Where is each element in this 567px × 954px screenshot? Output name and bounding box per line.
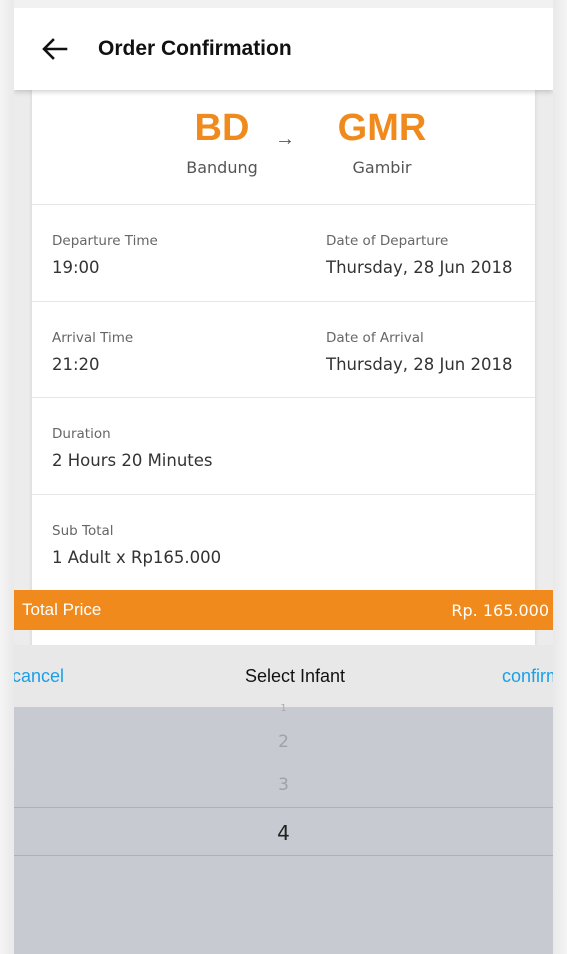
arrival-row: Arrival Time 21:20 Date of Arrival Thurs… — [32, 302, 535, 398]
total-price-label: Total Price — [22, 600, 102, 619]
subtotal-label: Sub Total — [52, 523, 114, 539]
arrival-time-field: Arrival Time 21:20 — [52, 330, 133, 374]
destination-code: GMR — [337, 107, 427, 149]
origin-code: BD — [194, 107, 250, 149]
total-price-bar: Total Price Rp. 165.000 — [14, 590, 553, 630]
picker-option-selected[interactable]: 4 — [14, 821, 553, 845]
picker-title: Select Infant — [244, 665, 346, 686]
departure-date-field: Date of Departure Thursday, 28 Jun 2018 — [326, 233, 512, 277]
route-section: BD Bandung → GMR Gambir — [32, 90, 535, 205]
departure-date-label: Date of Departure — [326, 233, 449, 249]
arrow-right-icon: → — [275, 128, 295, 150]
arrow-left-icon[interactable] — [40, 34, 70, 64]
cancel-button[interactable]: cancel — [14, 666, 64, 687]
picker-option[interactable]: 3 — [14, 775, 553, 795]
origin-name: Bandung — [186, 158, 258, 177]
app-header: Order Confirmation — [14, 8, 553, 90]
picker-toolbar: cancel Select Infant confirm — [14, 645, 553, 707]
arrival-date-field: Date of Arrival Thursday, 28 Jun 2018 — [326, 330, 512, 374]
app-screen: Order Confirmation BD Bandung → GMR Gamb… — [14, 8, 553, 954]
selection-line-bottom — [14, 855, 553, 856]
departure-time-field: Departure Time 19:00 — [52, 233, 158, 277]
confirm-button[interactable]: confirm — [502, 666, 553, 687]
frame-top — [0, 0, 567, 8]
subtotal-field: Sub Total 1 Adult x Rp165.000 — [52, 523, 221, 567]
page-title: Order Confirmation — [98, 37, 292, 60]
subtotal-row: Sub Total 1 Adult x Rp165.000 — [32, 495, 535, 590]
picker-option[interactable]: 2 — [14, 732, 553, 752]
departure-time-label: Departure Time — [52, 233, 158, 249]
picker-option[interactable]: 1 — [14, 703, 553, 714]
duration-label: Duration — [52, 426, 111, 442]
departure-time-value: 19:00 — [52, 258, 100, 277]
destination-station: GMR Gambir — [307, 108, 457, 177]
total-price-value: Rp. 165.000 — [451, 600, 549, 620]
arrival-time-label: Arrival Time — [52, 330, 134, 346]
selection-line-top — [14, 807, 553, 808]
duration-value: 2 Hours 20 Minutes — [52, 451, 213, 470]
origin-station: BD Bandung — [162, 108, 282, 177]
frame-right — [553, 0, 567, 954]
infant-picker-wheel[interactable]: 1 2 3 4 — [14, 703, 553, 954]
duration-row: Duration 2 Hours 20 Minutes — [32, 398, 535, 495]
arrival-date-value: Thursday, 28 Jun 2018 — [326, 355, 513, 374]
destination-name: Gambir — [352, 158, 412, 177]
content-area: BD Bandung → GMR Gambir Departure Time 1… — [14, 90, 553, 650]
order-card: BD Bandung → GMR Gambir Departure Time 1… — [32, 90, 535, 650]
arrival-time-value: 21:20 — [52, 355, 100, 374]
departure-row: Departure Time 19:00 Date of Departure T… — [32, 205, 535, 302]
frame-left — [0, 0, 14, 954]
duration-field: Duration 2 Hours 20 Minutes — [52, 426, 213, 470]
subtotal-value: 1 Adult x Rp165.000 — [52, 548, 222, 567]
arrival-date-label: Date of Arrival — [326, 330, 424, 346]
departure-date-value: Thursday, 28 Jun 2018 — [326, 258, 513, 277]
